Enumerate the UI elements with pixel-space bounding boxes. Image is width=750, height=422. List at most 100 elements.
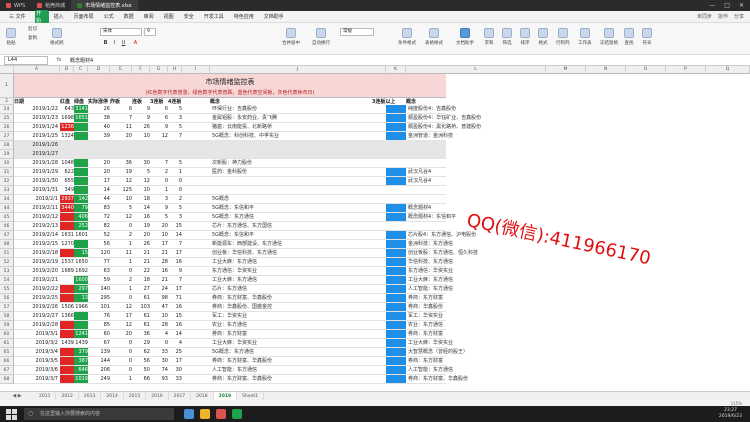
value-cell[interactable]: 1692 bbox=[74, 267, 88, 275]
col-header-p[interactable]: P bbox=[666, 66, 706, 74]
space-board-cell[interactable] bbox=[386, 321, 406, 329]
taskbar-search[interactable]: 在这里输入你要搜索的内容 bbox=[24, 408, 174, 420]
value-cell[interactable] bbox=[168, 150, 182, 158]
row-header[interactable]: 66 bbox=[0, 357, 14, 366]
date-cell[interactable]: 2019/1/24 bbox=[14, 123, 60, 131]
value-cell[interactable]: 7 bbox=[110, 114, 132, 122]
concept-cell[interactable]: 券商：华鑫股份、国盛金控 bbox=[210, 303, 386, 311]
value-cell[interactable]: 12 bbox=[150, 132, 168, 140]
col-header-a[interactable]: A bbox=[14, 66, 60, 74]
value-cell[interactable]: 62 bbox=[132, 348, 150, 356]
concept-cell-2[interactable]: 工业大麻：华资实业 bbox=[406, 339, 546, 347]
row-header[interactable]: 61 bbox=[0, 339, 14, 348]
value-cell[interactable]: 387 bbox=[74, 357, 88, 365]
space-board-cell[interactable] bbox=[386, 303, 406, 311]
spreadsheet-grid[interactable]: A B C D E F G H I J K L M N O P Q 1 2 市场… bbox=[0, 66, 750, 391]
row-header[interactable]: 32 bbox=[0, 177, 14, 186]
concept-cell[interactable]: 5G概念 bbox=[210, 195, 386, 203]
concept-cell[interactable]: 次新股：神力股份 bbox=[210, 159, 386, 167]
formula-input[interactable]: 概念题材4 bbox=[70, 57, 93, 64]
value-cell[interactable]: 26 bbox=[132, 240, 150, 248]
concept-cell-2[interactable]: 武汉凡谷4 bbox=[406, 168, 546, 176]
value-cell[interactable]: 7 bbox=[168, 132, 182, 140]
sync-status[interactable]: 未同步 bbox=[697, 13, 712, 20]
value-cell[interactable]: 0 bbox=[110, 366, 132, 374]
value-cell[interactable] bbox=[88, 141, 110, 149]
value-cell[interactable]: 140 bbox=[88, 285, 110, 293]
value-cell[interactable]: 93 bbox=[150, 375, 168, 383]
date-cell[interactable]: 2019/2/13 bbox=[14, 222, 60, 230]
value-cell[interactable]: 0 bbox=[110, 267, 132, 275]
space-board-cell[interactable] bbox=[386, 105, 406, 113]
value-cell[interactable]: 15 bbox=[168, 222, 182, 230]
value-cell[interactable] bbox=[74, 186, 88, 194]
value-cell[interactable]: 20 bbox=[150, 222, 168, 230]
table-row[interactable]: 2019/2/27 1366 76 17 61 10 15 军工：华资实业 军工：华资实业 bbox=[14, 312, 446, 321]
space-board-cell[interactable] bbox=[386, 267, 406, 275]
value-cell[interactable]: 52 bbox=[88, 231, 110, 239]
menu-page-layout[interactable]: 页面布局 bbox=[69, 12, 99, 22]
value-cell[interactable]: 20 bbox=[132, 231, 150, 239]
value-cell[interactable]: 0 bbox=[110, 357, 132, 365]
value-cell[interactable]: 15 bbox=[74, 249, 88, 257]
value-cell[interactable]: 33 bbox=[168, 375, 182, 383]
value-cell[interactable] bbox=[60, 285, 74, 293]
space-board-cell[interactable] bbox=[386, 357, 406, 365]
value-cell[interactable]: 643 bbox=[60, 105, 74, 113]
value-cell[interactable]: 16 bbox=[132, 213, 150, 221]
table-row[interactable]: 2019/3/7 1019 249 1 66 93 33 券商：东方财富、华鑫股份 券商：东方财… bbox=[14, 375, 468, 384]
value-cell[interactable]: 44 bbox=[88, 195, 110, 203]
space-board-cell[interactable] bbox=[386, 258, 406, 266]
sheet-nav-arrows[interactable]: ◀ ▶ bbox=[0, 393, 34, 399]
value-cell[interactable]: 9 bbox=[150, 123, 168, 131]
value-cell[interactable]: 0 bbox=[110, 222, 132, 230]
sum-button[interactable]: 求和 bbox=[484, 28, 494, 46]
value-cell[interactable] bbox=[74, 240, 88, 248]
space-board-cell[interactable] bbox=[386, 348, 406, 356]
concept-cell-2[interactable]: 券商：东方财富 bbox=[406, 294, 546, 302]
space-board-cell[interactable] bbox=[386, 240, 406, 248]
value-cell[interactable]: 142 bbox=[74, 195, 88, 203]
row-header[interactable]: 53 bbox=[0, 267, 14, 276]
table-row[interactable]: 2019/2/11 3440 79 83 5 14 9 5 5G概念：东信和平 概念题材4 bbox=[14, 204, 446, 213]
row-header-2[interactable]: 2 bbox=[0, 98, 14, 105]
space-board-cell[interactable] bbox=[386, 123, 406, 131]
row-header[interactable]: 52 bbox=[0, 258, 14, 267]
wechat-icon[interactable] bbox=[232, 409, 242, 419]
row-header-1[interactable]: 1 bbox=[0, 74, 14, 98]
value-cell[interactable] bbox=[60, 150, 74, 158]
row-header[interactable]: 47 bbox=[0, 231, 14, 240]
value-cell[interactable]: 30 bbox=[168, 366, 182, 374]
row-header[interactable]: 59 bbox=[0, 321, 14, 330]
value-cell[interactable]: 10 bbox=[132, 186, 150, 194]
wps-taskbar-icon[interactable] bbox=[216, 409, 226, 419]
value-cell[interactable]: 56 bbox=[88, 240, 110, 248]
col-header-l[interactable]: L bbox=[406, 66, 546, 74]
find-button[interactable]: 查找 bbox=[624, 28, 634, 46]
value-cell[interactable]: 1270 bbox=[60, 240, 74, 248]
value-cell[interactable]: 5 bbox=[110, 204, 132, 212]
sheet-title-block[interactable]: 市场情绪监控表 (红色数字代表普涨，绿色数字代表普跌，蓝色代表空间板，灰色代表休… bbox=[14, 74, 446, 98]
value-cell[interactable]: 0 bbox=[168, 186, 182, 194]
row-header[interactable]: 57 bbox=[0, 303, 14, 312]
table-row[interactable]: 2019/1/27 bbox=[14, 150, 446, 159]
value-cell[interactable] bbox=[132, 150, 150, 158]
table-row[interactable]: 2019/2/22 297 140 1 27 24 17 芯片：东方通信 人工智能：东方通信 bbox=[14, 285, 453, 294]
date-cell[interactable]: 2019/2/19 bbox=[14, 258, 60, 266]
merge-center-button[interactable]: 合并居中 bbox=[282, 28, 300, 46]
date-cell[interactable]: 2019/1/30 bbox=[14, 177, 60, 185]
value-cell[interactable]: 19 bbox=[132, 222, 150, 230]
value-cell[interactable] bbox=[110, 141, 132, 149]
menu-doc-helper[interactable]: 文档助手 bbox=[259, 12, 289, 22]
concept-cell[interactable]: 5G概念：东信和平 bbox=[210, 204, 386, 212]
value-cell[interactable] bbox=[74, 150, 88, 158]
value-cell[interactable]: 1698 bbox=[60, 114, 74, 122]
date-cell[interactable]: 2019/2/28 bbox=[14, 321, 60, 329]
concept-cell-2[interactable]: 大智慧概念（曾经的股王） bbox=[406, 348, 546, 356]
value-cell[interactable] bbox=[60, 249, 74, 257]
value-cell[interactable]: 61 bbox=[132, 312, 150, 320]
date-cell[interactable]: 2019/1/26 bbox=[14, 141, 60, 149]
cut-button[interactable]: 剪切 bbox=[28, 26, 37, 32]
filter-button[interactable]: 筛选 bbox=[502, 28, 512, 46]
value-cell[interactable]: 18 bbox=[132, 195, 150, 203]
